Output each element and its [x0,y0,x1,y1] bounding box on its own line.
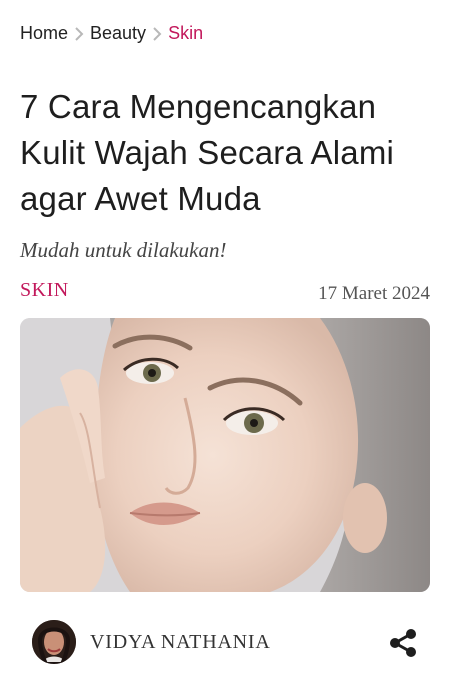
author-avatar [32,620,76,664]
publish-date: 17 Maret 2024 [318,283,430,304]
breadcrumb: Home Beauty Skin [20,20,203,46]
chevron-right-icon [146,20,168,46]
share-icon[interactable] [388,628,418,658]
author-byline[interactable]: VIDYA NATHANIA [32,620,271,664]
breadcrumb-home[interactable]: Home [20,20,68,46]
article-subtitle: Mudah untuk dilakukan! [20,238,227,262]
article-title: 7 Cara Mengencangkan Kulit Wajah Secara … [20,88,395,217]
breadcrumb-beauty[interactable]: Beauty [90,20,146,46]
breadcrumb-skin[interactable]: Skin [168,20,203,46]
hero-image [20,318,430,592]
author-name: VIDYA NATHANIA [90,630,271,653]
chevron-right-icon [68,20,90,46]
category-link[interactable]: SKIN [20,279,69,302]
